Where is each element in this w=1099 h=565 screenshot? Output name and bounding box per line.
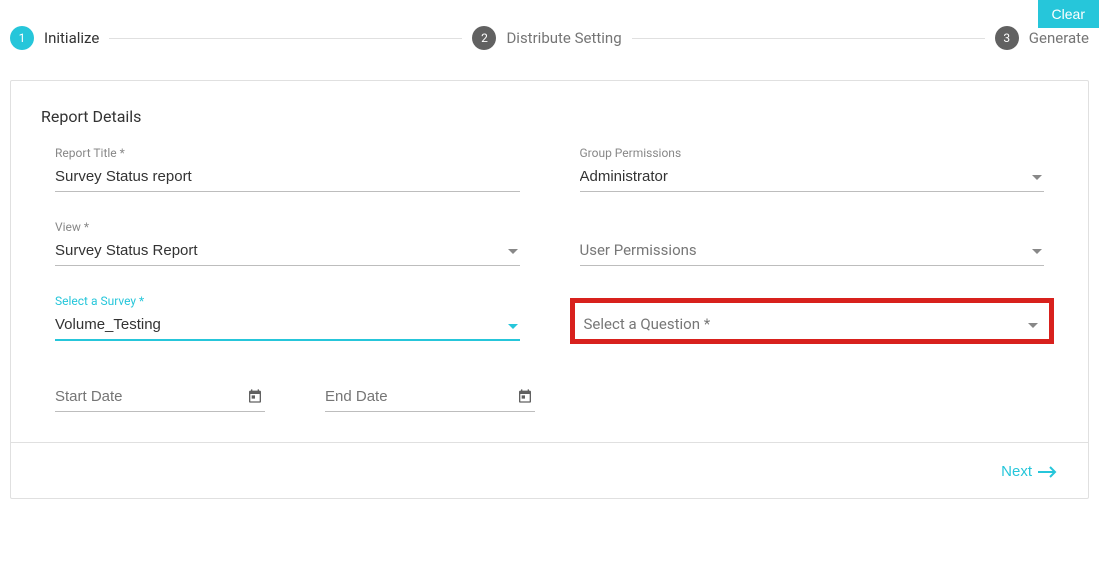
user-permissions-placeholder: User Permissions [580, 237, 1045, 266]
step-circle: 1 [10, 26, 34, 50]
arrow-right-icon [1038, 466, 1058, 478]
card-title: Report Details [11, 81, 1088, 136]
select-question-select[interactable]: Select a Question * [584, 311, 1041, 340]
group-permissions-label: Group Permissions [580, 146, 1045, 160]
form-body: Report Title * Group Permissions View * [11, 136, 1088, 442]
end-date-input[interactable] [325, 384, 535, 412]
step-distribute[interactable]: 2 Distribute Setting [472, 26, 621, 50]
clear-button[interactable]: Clear [1038, 0, 1099, 28]
step-circle: 3 [995, 26, 1019, 50]
select-survey-value[interactable] [55, 312, 520, 341]
user-permissions-select[interactable]: User Permissions [580, 237, 1045, 266]
report-details-card: Report Details Report Title * Group Perm… [10, 80, 1089, 499]
view-select[interactable] [55, 238, 520, 266]
select-survey-label: Select a Survey * [55, 294, 520, 308]
step-generate[interactable]: 3 Generate [995, 26, 1089, 50]
step-label: Distribute Setting [506, 29, 621, 47]
calendar-icon[interactable] [517, 388, 533, 404]
calendar-icon[interactable] [247, 388, 263, 404]
next-button[interactable]: Next [1001, 463, 1058, 480]
group-permissions-select[interactable] [580, 164, 1045, 192]
next-label: Next [1001, 463, 1032, 480]
step-label: Generate [1029, 29, 1089, 47]
group-permissions-value[interactable] [580, 164, 1045, 192]
card-footer: Next [11, 442, 1088, 498]
stepper-line [632, 38, 985, 39]
select-survey-select[interactable] [55, 312, 520, 341]
step-circle: 2 [472, 26, 496, 50]
view-value[interactable] [55, 238, 520, 266]
select-question-placeholder: Select a Question * [584, 311, 1041, 340]
report-title-label: Report Title * [55, 146, 520, 160]
report-title-input[interactable] [55, 164, 520, 192]
step-initialize[interactable]: 1 Initialize [10, 26, 99, 50]
wizard-stepper: 1 Initialize 2 Distribute Setting 3 Gene… [0, 0, 1099, 70]
stepper-line [109, 38, 462, 39]
start-date-input[interactable] [55, 384, 265, 412]
view-label: View * [55, 220, 520, 234]
step-label: Initialize [44, 29, 99, 47]
